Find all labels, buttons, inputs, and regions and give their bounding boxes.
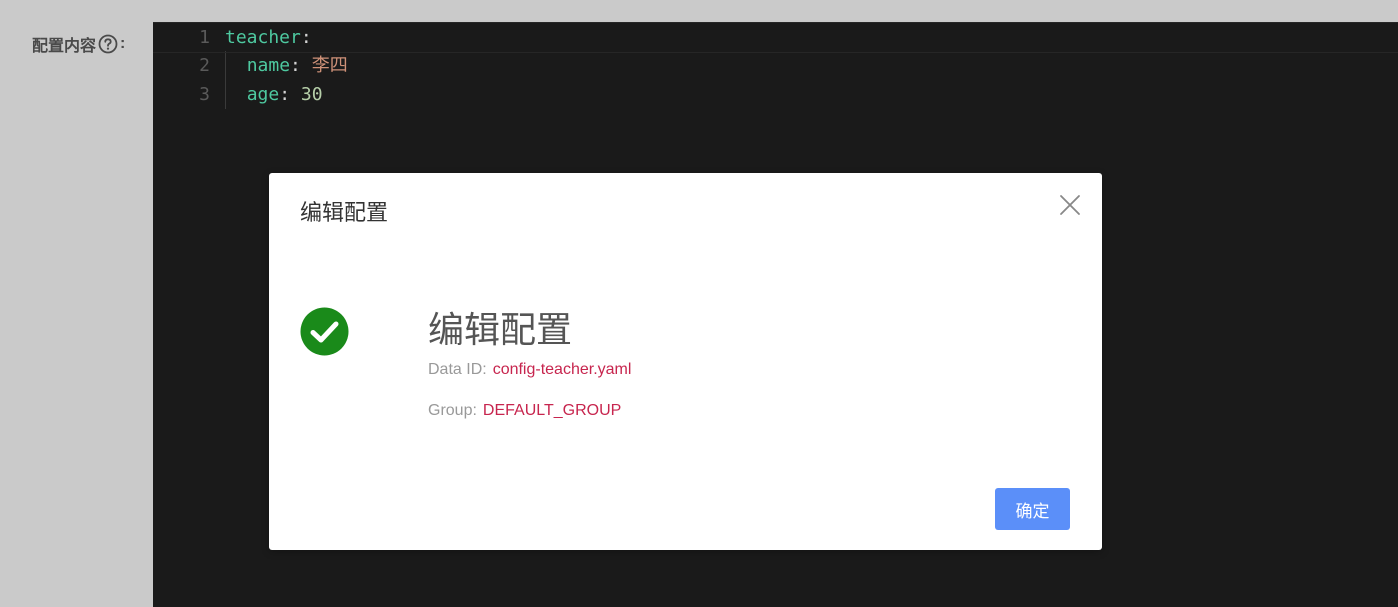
yaml-string-value: 李四 <box>311 55 348 76</box>
line-number: 1 <box>199 27 210 48</box>
yaml-key: name <box>246 55 291 76</box>
group-label: Group: <box>428 402 477 419</box>
check-circle-icon <box>300 307 349 356</box>
config-content-label: 配置内容 : <box>32 32 125 56</box>
message-title: 编辑配置 <box>428 309 573 350</box>
code-line-1[interactable]: 1 teacher: <box>153 22 1398 53</box>
yaml-key: age <box>246 84 280 105</box>
yaml-separator: : <box>290 55 312 76</box>
group-row: Group: DEFAULT_GROUP <box>428 402 621 420</box>
edit-config-dialog: 编辑配置 编辑配置 Data ID: config-teacher.yaml Gr… <box>269 173 1102 550</box>
yaml-separator: : <box>279 84 301 105</box>
data-id-row: Data ID: config-teacher.yaml <box>428 361 631 379</box>
group-value: DEFAULT_GROUP <box>482 402 622 419</box>
label-colon: : <box>120 35 126 52</box>
code-text: teacher: <box>225 23 312 52</box>
line-number: 3 <box>199 84 210 105</box>
yaml-number-value: 30 <box>300 84 323 105</box>
code-text: name: 李四 <box>225 51 348 80</box>
yaml-separator: : <box>300 27 312 48</box>
data-id-value: config-teacher.yaml <box>492 361 632 378</box>
close-icon[interactable] <box>1058 193 1082 217</box>
code-line-2[interactable]: 2 name: 李四 <box>153 51 1398 80</box>
data-id-label: Data ID: <box>428 361 487 378</box>
yaml-key: teacher <box>225 27 301 48</box>
code-line-3[interactable]: 3 age: 30 <box>153 80 1398 109</box>
confirm-button[interactable]: 确定 <box>995 488 1070 530</box>
top-bar <box>0 0 1398 22</box>
question-circle-icon[interactable] <box>98 34 118 54</box>
config-content-label-text: 配置内容 <box>32 38 97 55</box>
line-number: 2 <box>199 55 210 76</box>
code-text: age: 30 <box>225 80 323 109</box>
dialog-title: 编辑配置 <box>300 200 389 225</box>
